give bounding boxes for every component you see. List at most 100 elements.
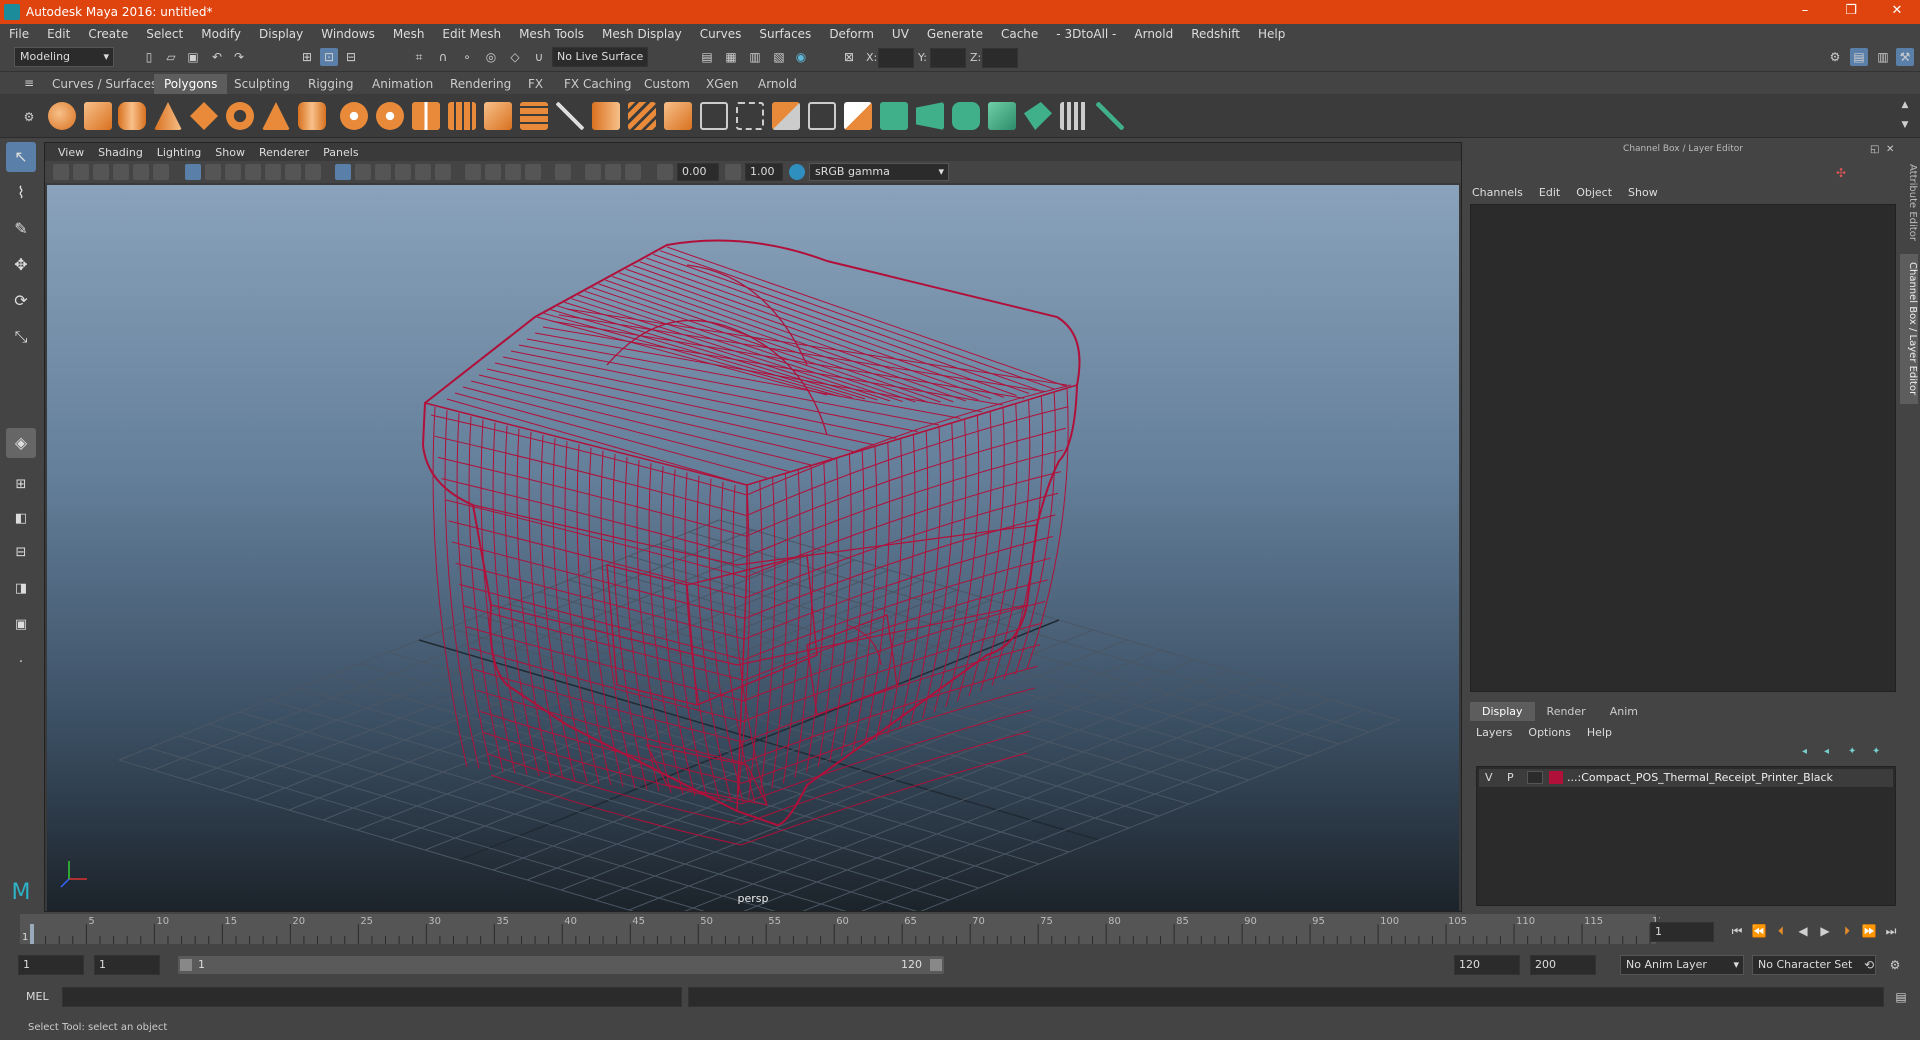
channel-menu-edit[interactable]: Edit	[1539, 186, 1560, 199]
resolution-gate-icon[interactable]	[225, 164, 241, 180]
vp-menu-view[interactable]: View	[51, 146, 91, 159]
go-to-start-icon[interactable]: ⏮	[1728, 922, 1746, 940]
gamma-icon[interactable]	[725, 164, 741, 180]
append-polygon-icon[interactable]	[664, 102, 692, 130]
snap-surface-icon[interactable]: ◇	[506, 48, 524, 66]
rotate-tool-icon[interactable]: ⟳	[6, 286, 36, 316]
mirror-icon[interactable]	[412, 102, 440, 130]
tab-display-layers[interactable]: Display	[1470, 702, 1535, 721]
vp-menu-lighting[interactable]: Lighting	[150, 146, 208, 159]
z-input[interactable]	[982, 48, 1018, 68]
shelf-tab-arnold[interactable]: Arnold	[748, 74, 807, 94]
shelf-tab-custom[interactable]: Custom	[634, 74, 700, 94]
snap-curve-icon[interactable]: ∩	[434, 48, 452, 66]
menu-arnold[interactable]: Arnold	[1125, 27, 1182, 41]
open-scene-icon[interactable]: ▱	[162, 48, 180, 66]
render-frame-icon[interactable]: ▦	[722, 48, 740, 66]
transform-mode-icon[interactable]: ⊠	[840, 48, 858, 66]
layer-menu-layers[interactable]: Layers	[1476, 726, 1512, 739]
channel-box-toggle-icon[interactable]: ▤	[1850, 48, 1868, 66]
menu-display[interactable]: Display	[250, 27, 312, 41]
gamma-input[interactable]: 1.00	[745, 163, 783, 181]
cut-uv-icon[interactable]	[1096, 102, 1124, 130]
persp-outliner-layout-icon[interactable]: ◧	[6, 504, 36, 534]
mode-dropdown[interactable]: Modeling ▾	[14, 47, 114, 67]
step-forward-frame-icon[interactable]: ⏵	[1838, 922, 1856, 940]
uv-editor-icon[interactable]	[880, 102, 908, 130]
range-slider-bar[interactable]: 1 120	[178, 956, 944, 974]
xray-joints-icon[interactable]	[625, 164, 641, 180]
lights-icon[interactable]	[415, 164, 431, 180]
shelf-options-icon[interactable]: ⚙	[20, 108, 38, 126]
bevel-icon[interactable]	[592, 102, 620, 130]
scale-tool-icon[interactable]: ⤡	[6, 322, 36, 352]
shelf-tab-curves-surfaces[interactable]: Curves / Surfaces	[42, 74, 167, 94]
attribute-editor-side-tab[interactable]: Attribute Editor	[1900, 152, 1918, 252]
poly-sphere-icon[interactable]	[48, 102, 76, 130]
shelf-menu-icon[interactable]: ≡	[20, 74, 38, 92]
playback-start-input[interactable]: 1	[94, 955, 160, 975]
merge-icon[interactable]	[772, 102, 800, 130]
new-scene-icon[interactable]: ▯	[140, 48, 158, 66]
cylindrical-map-icon[interactable]	[952, 102, 980, 130]
layer-color-swatch[interactable]	[1549, 771, 1563, 784]
redo-icon[interactable]: ↷	[230, 48, 248, 66]
layer-visibility-toggle[interactable]: V	[1485, 771, 1493, 784]
channel-menu-channels[interactable]: Channels	[1472, 186, 1523, 199]
vp-menu-renderer[interactable]: Renderer	[252, 146, 316, 159]
step-back-key-icon[interactable]: ⏪	[1750, 922, 1768, 940]
channel-list[interactable]	[1470, 204, 1896, 692]
current-time-indicator[interactable]	[30, 924, 34, 944]
layer-row[interactable]: V P ...:Compact_POS_Thermal_Receipt_Prin…	[1479, 769, 1893, 787]
grid-toggle-icon[interactable]	[185, 164, 201, 180]
range-start-handle[interactable]	[180, 959, 192, 971]
mel-label[interactable]: MEL	[26, 990, 49, 1003]
shelf-tab-polygons[interactable]: Polygons	[154, 74, 228, 94]
current-frame-input[interactable]: 1	[1650, 922, 1714, 942]
menu-mesh-tools[interactable]: Mesh Tools	[510, 27, 593, 41]
poly-torus-icon[interactable]	[226, 102, 254, 130]
go-to-end-icon[interactable]: ⏭	[1882, 922, 1900, 940]
exposure-icon[interactable]	[657, 164, 673, 180]
bridge-icon[interactable]	[520, 102, 548, 130]
menu-generate[interactable]: Generate	[918, 27, 992, 41]
new-layer-selected-icon[interactable]: ✦	[1872, 746, 1880, 757]
receipt-printer-wireframe[interactable]	[421, 239, 1081, 846]
render-view-icon[interactable]: ▧	[770, 48, 788, 66]
xray-icon[interactable]	[585, 164, 601, 180]
layout-uv-icon[interactable]	[1060, 102, 1088, 130]
step-forward-key-icon[interactable]: ⏩	[1860, 922, 1878, 940]
anim-layer-dropdown[interactable]: No Anim Layer ▾	[1620, 955, 1744, 975]
shadows-icon[interactable]	[435, 164, 451, 180]
2d-pan-zoom-icon[interactable]	[133, 164, 149, 180]
xray-active-icon[interactable]	[605, 164, 621, 180]
float-panel-icon[interactable]: ◱	[1870, 144, 1882, 156]
menu-windows[interactable]: Windows	[312, 27, 384, 41]
menu-uv[interactable]: UV	[883, 27, 918, 41]
poly-cube-icon[interactable]	[84, 102, 112, 130]
maximize-button[interactable]: ❐	[1828, 0, 1874, 24]
color-management-icon[interactable]	[789, 164, 805, 180]
menu-file[interactable]: File	[0, 27, 38, 41]
layer-display-type-toggle[interactable]	[1527, 771, 1543, 784]
select-tool-icon[interactable]: ↖	[6, 142, 36, 172]
lasso-tool-icon[interactable]: ⌇	[6, 178, 36, 208]
select-hierarchy-icon[interactable]: ⊞	[298, 48, 316, 66]
anti-aliasing-icon[interactable]	[505, 164, 521, 180]
timeline-ruler[interactable]: 5 10 15 20 25 30 35 40 45 50 55 60 65 70 75 80 85 90 95 100…	[20, 912, 1660, 946]
menu-help[interactable]: Help	[1249, 27, 1294, 41]
hypershade-icon[interactable]: ◉	[792, 48, 810, 66]
move-layer-up-icon[interactable]: ◂	[1802, 746, 1807, 757]
poly-pyramid-icon[interactable]	[262, 102, 290, 130]
wireframe-icon[interactable]	[335, 164, 351, 180]
hypershade-layout-icon[interactable]: ▣	[6, 610, 36, 640]
shelf-tab-animation[interactable]: Animation	[362, 74, 443, 94]
channel-box-side-tab[interactable]: Channel Box / Layer Editor	[1900, 254, 1918, 404]
shelf-tab-rendering[interactable]: Rendering	[440, 74, 521, 94]
motion-blur-icon[interactable]	[485, 164, 501, 180]
smooth-icon[interactable]	[448, 102, 476, 130]
mel-input[interactable]	[62, 987, 682, 1007]
channel-menu-object[interactable]: Object	[1576, 186, 1612, 199]
shelf-tab-sculpting[interactable]: Sculpting	[224, 74, 300, 94]
menu-surfaces[interactable]: Surfaces	[750, 27, 820, 41]
